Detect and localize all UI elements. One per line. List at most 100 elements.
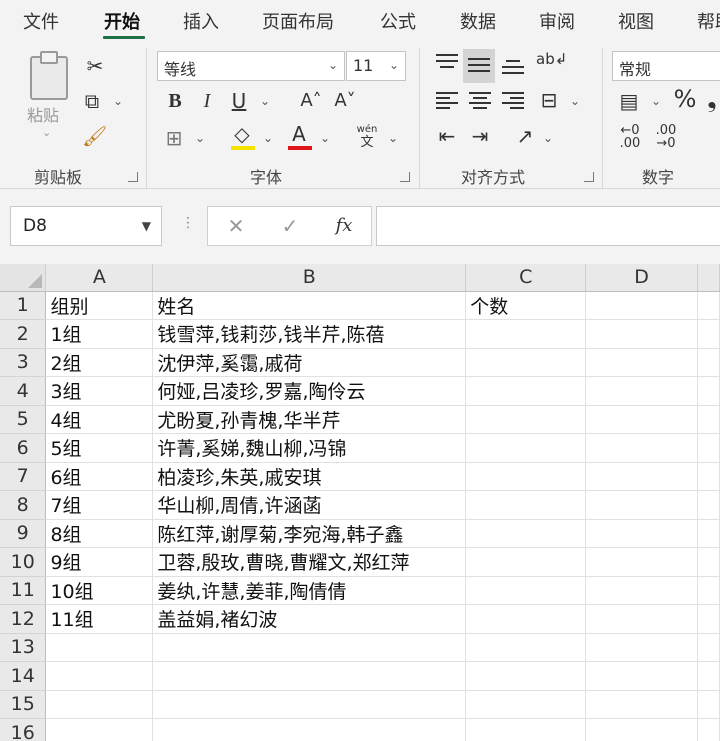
cell-d12[interactable] bbox=[585, 604, 698, 634]
font-color-dropdown-icon[interactable]: ⌄ bbox=[320, 131, 330, 145]
cell-e14[interactable] bbox=[697, 661, 720, 691]
tab-data[interactable]: 数据 bbox=[460, 8, 496, 34]
cell-e12[interactable] bbox=[697, 604, 720, 634]
wrap-orientation-icon[interactable]: ab↲ bbox=[536, 52, 567, 67]
cell-c11[interactable] bbox=[465, 576, 587, 605]
decrease-font-icon[interactable]: A˅ bbox=[332, 89, 358, 113]
middle-align-icon[interactable] bbox=[468, 56, 490, 74]
row-header[interactable]: 4 bbox=[0, 376, 47, 406]
cell-a5[interactable]: 4组 bbox=[45, 405, 154, 434]
cell-b13[interactable] bbox=[152, 633, 467, 662]
row-header[interactable]: 2 bbox=[0, 319, 47, 349]
cell-d15[interactable] bbox=[585, 690, 698, 719]
cell-c6[interactable] bbox=[465, 433, 587, 463]
cell-c8[interactable] bbox=[465, 490, 587, 520]
cell-a4[interactable]: 3组 bbox=[45, 376, 154, 406]
cell-a12[interactable]: 11组 bbox=[45, 604, 154, 634]
accounting-dropdown-icon[interactable]: ⌄ bbox=[651, 94, 661, 108]
cell-b6[interactable]: 许菁,奚娣,魏山柳,冯锦 bbox=[152, 433, 467, 463]
cell-b14[interactable] bbox=[152, 661, 467, 691]
cell-a7[interactable]: 6组 bbox=[45, 462, 154, 491]
cell-a2[interactable]: 1组 bbox=[45, 319, 154, 349]
cell-c15[interactable] bbox=[465, 690, 587, 719]
tab-home[interactable]: 开始 bbox=[104, 8, 140, 34]
underline-icon[interactable]: U bbox=[228, 89, 250, 113]
cell-e7[interactable] bbox=[697, 462, 720, 491]
column-header-a[interactable]: A bbox=[45, 264, 154, 292]
cell-c14[interactable] bbox=[465, 661, 587, 691]
number-format-select[interactable]: 常规 bbox=[612, 51, 720, 81]
row-header[interactable]: 1 bbox=[0, 291, 47, 320]
underline-dropdown-icon[interactable]: ⌄ bbox=[260, 94, 270, 108]
name-box[interactable]: D8 ▼ bbox=[10, 206, 162, 246]
orientation-dropdown-icon[interactable]: ⌄ bbox=[543, 131, 553, 145]
cell-a6[interactable]: 5组 bbox=[45, 433, 154, 463]
row-header[interactable]: 13 bbox=[0, 633, 47, 662]
cell-a10[interactable]: 9组 bbox=[45, 547, 154, 577]
cell-c5[interactable] bbox=[465, 405, 587, 434]
borders-icon[interactable]: ⊞ bbox=[162, 126, 186, 150]
cancel-icon[interactable]: ✕ bbox=[224, 214, 248, 238]
tab-formulas[interactable]: 公式 bbox=[380, 8, 416, 34]
select-all-corner[interactable] bbox=[0, 264, 47, 292]
enter-icon[interactable]: ✓ bbox=[278, 214, 302, 238]
cell-d16[interactable] bbox=[585, 718, 698, 741]
cell-a9[interactable]: 8组 bbox=[45, 519, 154, 548]
cell-e1[interactable] bbox=[697, 291, 720, 320]
comma-style-icon[interactable]: ❟ bbox=[704, 87, 720, 111]
row-header[interactable]: 9 bbox=[0, 519, 47, 548]
font-color-icon[interactable]: A bbox=[287, 122, 311, 146]
cell-c2[interactable] bbox=[465, 319, 587, 349]
cell-e8[interactable] bbox=[697, 490, 720, 520]
cell-c9[interactable] bbox=[465, 519, 587, 548]
cell-b2[interactable]: 钱雪萍,钱莉莎,钱半芹,陈蓓 bbox=[152, 319, 467, 349]
row-header[interactable]: 5 bbox=[0, 405, 47, 434]
cell-d2[interactable] bbox=[585, 319, 698, 349]
cell-b9[interactable]: 陈红萍,谢厚菊,李宛海,韩子鑫 bbox=[152, 519, 467, 548]
font-launcher-icon[interactable] bbox=[400, 172, 410, 182]
cell-a14[interactable] bbox=[45, 661, 154, 691]
cut-icon[interactable]: ✂ bbox=[83, 54, 107, 78]
cell-a13[interactable] bbox=[45, 633, 154, 662]
decrease-indent-icon[interactable]: ⇤ bbox=[434, 124, 460, 148]
top-align-icon[interactable] bbox=[436, 54, 458, 72]
cell-c10[interactable] bbox=[465, 547, 587, 577]
cell-d3[interactable] bbox=[585, 348, 698, 377]
insert-function-icon[interactable]: fx bbox=[330, 214, 358, 238]
increase-decimal-icon[interactable]: ←0.00 bbox=[616, 124, 644, 150]
name-box-dropdown-icon[interactable]: ▼ bbox=[142, 219, 151, 233]
tab-page-layout[interactable]: 页面布局 bbox=[262, 8, 334, 34]
cell-d8[interactable] bbox=[585, 490, 698, 520]
cell-d14[interactable] bbox=[585, 661, 698, 691]
tab-review[interactable]: 审阅 bbox=[539, 8, 575, 34]
cell-d9[interactable] bbox=[585, 519, 698, 548]
column-header-e[interactable] bbox=[697, 264, 720, 292]
cell-b1[interactable]: 姓名 bbox=[152, 291, 467, 320]
cell-a11[interactable]: 10组 bbox=[45, 576, 154, 605]
row-header[interactable]: 16 bbox=[0, 718, 47, 741]
cell-a8[interactable]: 7组 bbox=[45, 490, 154, 520]
cell-e3[interactable] bbox=[697, 348, 720, 377]
cell-d4[interactable] bbox=[585, 376, 698, 406]
bottom-align-icon[interactable] bbox=[502, 56, 524, 74]
borders-dropdown-icon[interactable]: ⌄ bbox=[195, 131, 205, 145]
cell-d7[interactable] bbox=[585, 462, 698, 491]
cell-e5[interactable] bbox=[697, 405, 720, 434]
row-header[interactable]: 10 bbox=[0, 547, 47, 577]
cell-b8[interactable]: 华山柳,周倩,许涵菡 bbox=[152, 490, 467, 520]
cell-a1[interactable]: 组别 bbox=[45, 291, 154, 320]
cell-e10[interactable] bbox=[697, 547, 720, 577]
cell-e13[interactable] bbox=[697, 633, 720, 662]
cell-b12[interactable]: 盖益娟,褚幻波 bbox=[152, 604, 467, 634]
cell-c13[interactable] bbox=[465, 633, 587, 662]
increase-font-icon[interactable]: A˄ bbox=[298, 89, 324, 113]
cell-b11[interactable]: 姜纨,许慧,姜菲,陶倩倩 bbox=[152, 576, 467, 605]
merge-dropdown-icon[interactable]: ⌄ bbox=[570, 94, 580, 108]
cell-d13[interactable] bbox=[585, 633, 698, 662]
column-header-d[interactable]: D bbox=[585, 264, 698, 292]
font-size-select[interactable]: 11 ⌄ bbox=[346, 51, 406, 81]
cell-c1[interactable]: 个数 bbox=[465, 291, 587, 320]
format-painter-icon[interactable]: 🖌 bbox=[82, 124, 107, 148]
tab-view[interactable]: 视图 bbox=[618, 8, 654, 34]
cell-b15[interactable] bbox=[152, 690, 467, 719]
